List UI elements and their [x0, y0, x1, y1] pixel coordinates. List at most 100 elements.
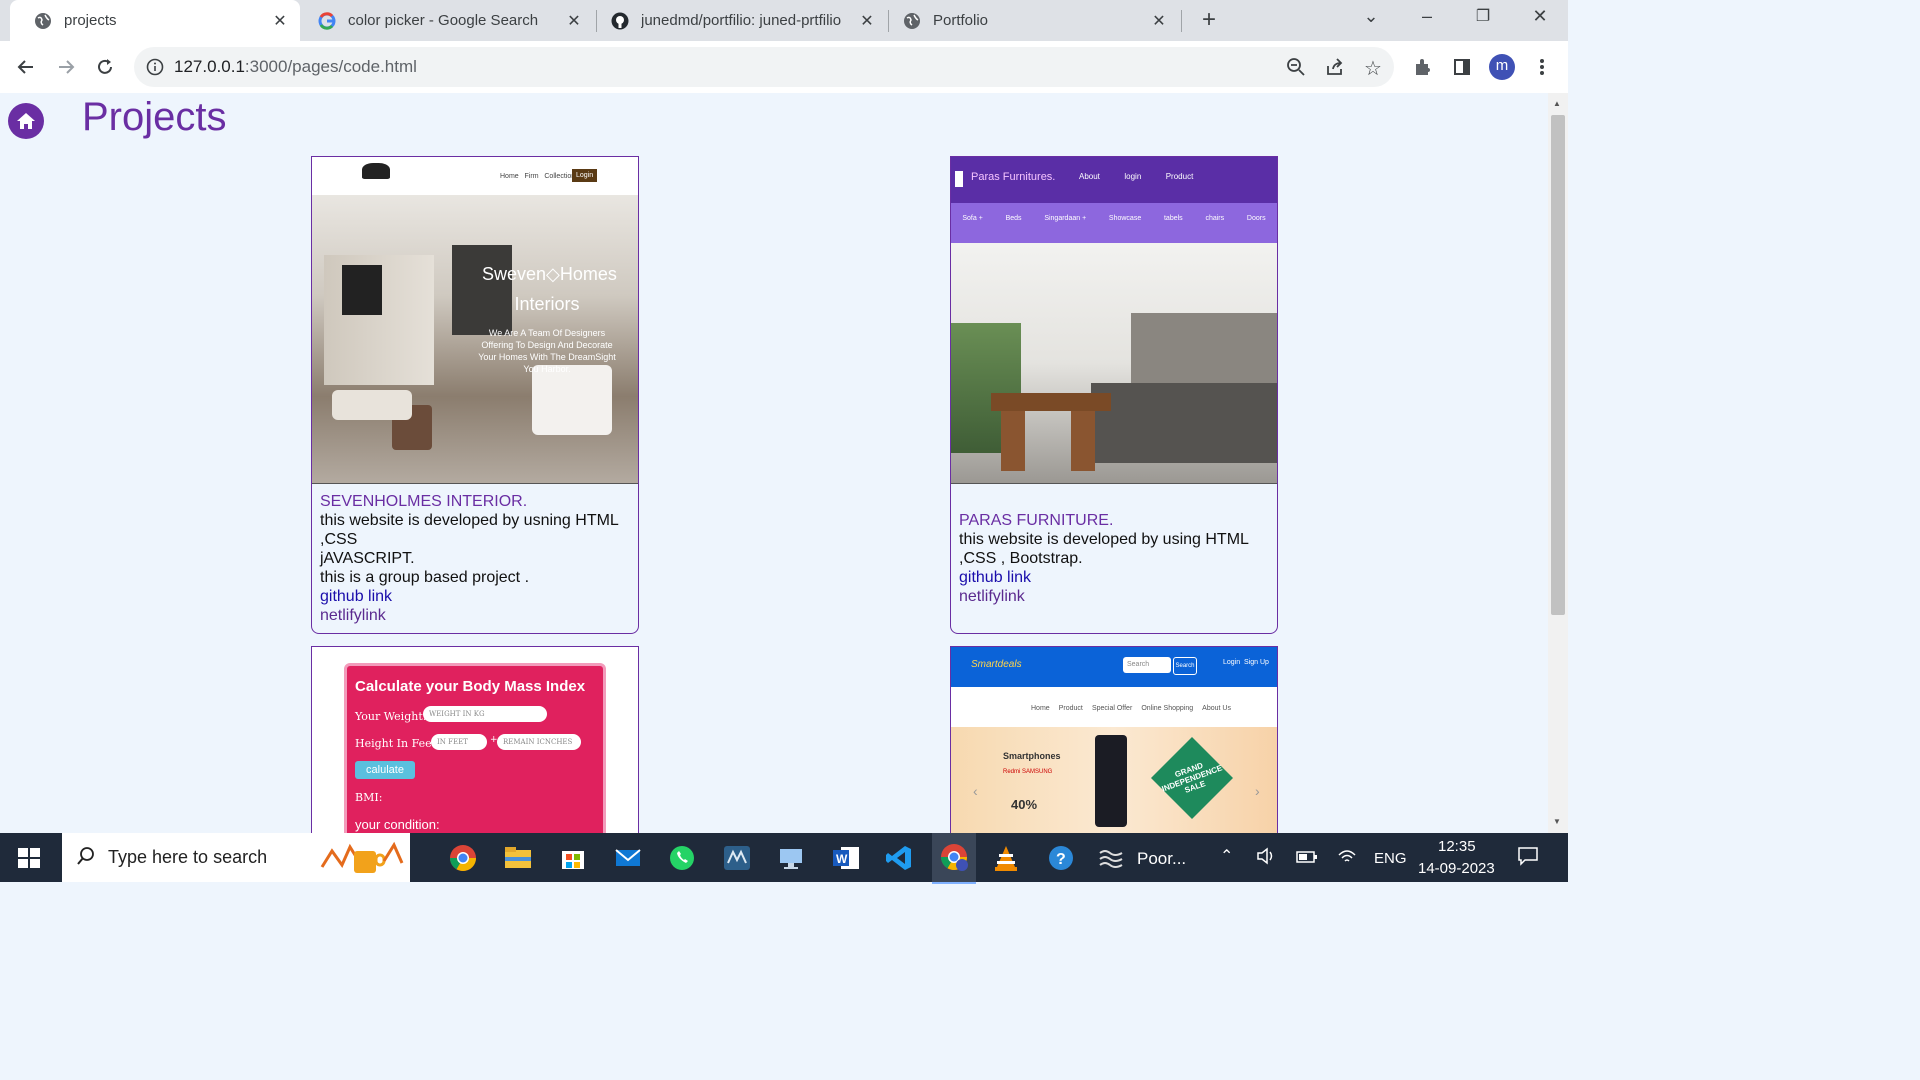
brand-logo — [362, 163, 390, 179]
bmi-title: Calculate your Body Mass Index — [355, 678, 586, 695]
vscode-icon[interactable] — [884, 843, 914, 873]
address-bar[interactable]: 127.0.0.1:3000/pages/code.html ☆ — [134, 47, 1394, 87]
windows-taskbar: Type here to search W ? Poor... ⌃ ENG 12… — [0, 833, 1568, 884]
project-card: Paras Furnitures. About login Product So… — [950, 156, 1278, 634]
url-host: 127.0.0.1 — [174, 57, 245, 76]
google-icon — [318, 11, 336, 30]
banner-title: Smartphones — [1003, 751, 1061, 761]
profile-avatar[interactable]: m — [1489, 54, 1515, 80]
mail-icon[interactable] — [613, 843, 643, 873]
screenshot-nav: About login Product — [1079, 172, 1194, 181]
home-button[interactable] — [8, 103, 44, 139]
back-arrow-icon[interactable] — [12, 53, 40, 81]
help-icon[interactable]: ? — [1046, 843, 1076, 873]
weight-input: WEIGHT IN KG — [423, 706, 547, 722]
minimize-button[interactable]: – — [1412, 6, 1442, 27]
whatsapp-icon[interactable] — [667, 843, 697, 873]
weather-haze-icon — [1096, 843, 1126, 873]
tab-title: Portfolio — [933, 12, 989, 29]
github-icon — [611, 12, 629, 30]
banner-offer: 40% — [1011, 797, 1038, 812]
battery-icon[interactable] — [1296, 850, 1318, 867]
screenshot-navbar: Smartdeals Search Search Login Sign Up — [951, 647, 1277, 687]
screenshot-search-btn: Search — [1173, 657, 1197, 675]
screenshot-tagline: We Are A Team Of Designers Offering To D… — [478, 328, 616, 374]
bookmark-star-icon[interactable]: ☆ — [1364, 56, 1382, 81]
project-title: PARAS FURNITURE. — [959, 512, 1114, 529]
calculate-button: calulate — [355, 761, 415, 779]
zoom-out-icon[interactable] — [1286, 57, 1306, 82]
clock-time[interactable]: 12:35 — [1438, 838, 1476, 855]
project-description: jAVASCRIPT. — [320, 550, 415, 567]
feet-input: IN FEET — [431, 734, 487, 750]
share-icon[interactable] — [1325, 57, 1345, 82]
search-highlight-icon — [320, 837, 404, 879]
extensions-puzzle-icon[interactable] — [1409, 53, 1437, 81]
tab-portfolio[interactable]: Portfolio ✕ — [889, 0, 1179, 41]
tab-title: projects — [64, 12, 117, 29]
search-icon — [76, 846, 96, 871]
reload-icon[interactable] — [91, 53, 119, 81]
condition-label: your condition: — [355, 817, 440, 832]
close-icon[interactable]: ✕ — [270, 11, 290, 31]
word-icon[interactable]: W — [831, 843, 861, 873]
tab-divider — [1181, 10, 1182, 32]
close-icon[interactable]: ✕ — [1149, 11, 1169, 31]
screenshot-headline: Sweven◇Homes — [482, 264, 617, 284]
project-screenshot: Calculate your Body Mass Index Your Weig… — [312, 647, 638, 833]
project-description: this is a group based project . — [320, 569, 530, 586]
file-explorer-icon[interactable] — [503, 843, 533, 873]
side-panel-icon[interactable] — [1448, 53, 1476, 81]
menu-kebab-icon[interactable] — [1528, 53, 1556, 81]
netlify-link[interactable]: netlifylink — [320, 606, 630, 625]
screenshot-menu: Home Product Special Offer Online Shoppi… — [1031, 705, 1231, 712]
close-window-button[interactable]: ✕ — [1525, 6, 1555, 27]
chrome-taskbar-icon[interactable] — [448, 843, 478, 873]
restore-button[interactable]: ❐ — [1468, 6, 1498, 26]
tab-color-picker[interactable]: color picker - Google Search ✕ — [300, 0, 594, 41]
globe-icon — [34, 12, 52, 30]
close-icon[interactable]: ✕ — [857, 11, 877, 31]
screenshot-login: Login — [572, 169, 598, 182]
screenshot-navbar: Paras Furnitures. About login Product — [951, 157, 1277, 203]
screenshot-search: Search — [1123, 657, 1171, 673]
search-placeholder: Type here to search — [108, 847, 268, 867]
url-path: :3000/pages/code.html — [244, 57, 417, 76]
screenshot-brand: Smartdeals — [971, 659, 1022, 670]
tab-title: color picker - Google Search — [348, 12, 539, 29]
tab-github[interactable]: junedmd/portfilio: juned-prtfilio ✕ — [597, 0, 887, 41]
volume-icon[interactable] — [1256, 847, 1276, 869]
taskbar-search-box[interactable]: Type here to search — [62, 833, 410, 882]
info-icon[interactable] — [146, 58, 164, 81]
scrollbar-thumb[interactable] — [1551, 115, 1565, 615]
vlc-icon[interactable] — [991, 843, 1021, 873]
weather-text[interactable]: Poor... — [1137, 849, 1186, 869]
banner-brands: Redmi SAMSUNG — [1003, 769, 1053, 775]
tab-search-chevron-icon[interactable]: ⌄ — [1356, 6, 1386, 27]
close-icon[interactable]: ✕ — [564, 11, 584, 31]
language-indicator[interactable]: ENG — [1374, 850, 1407, 867]
project-description: this website is developed by usning HTML… — [320, 512, 619, 548]
chevron-up-icon[interactable]: ⌃ — [1220, 846, 1233, 866]
remote-desktop-icon[interactable] — [776, 843, 806, 873]
mysql-workbench-icon[interactable] — [722, 843, 752, 873]
page-title: Projects — [82, 95, 227, 139]
wifi-icon[interactable] — [1337, 847, 1357, 869]
screenshot-navbar: Home Firm Collections Login — [312, 157, 638, 195]
microsoft-store-icon[interactable] — [558, 843, 588, 873]
new-tab-button[interactable]: + — [1196, 8, 1222, 34]
clock-date[interactable]: 14-09-2023 — [1418, 860, 1495, 877]
github-link[interactable]: github link — [320, 587, 630, 606]
forward-arrow-icon[interactable] — [52, 53, 80, 81]
project-card: Home Firm Collections Login Sweven◇Homes… — [311, 156, 639, 634]
github-link[interactable]: github link — [959, 568, 1269, 587]
windows-start-icon[interactable] — [18, 848, 40, 873]
notification-icon[interactable] — [1517, 846, 1539, 870]
page-scrollbar[interactable]: ▲ ▼ — [1548, 93, 1568, 833]
chrome-active-taskbar-icon[interactable] — [932, 833, 976, 884]
bmi-calculator: Calculate your Body Mass Index Your Weig… — [344, 663, 606, 833]
netlify-link[interactable]: netlifylink — [959, 587, 1269, 606]
tab-projects[interactable]: projects ✕ — [10, 0, 300, 41]
svg-text:?: ? — [1056, 851, 1066, 868]
project-title: SEVENHOLMES INTERIOR. — [320, 493, 528, 510]
